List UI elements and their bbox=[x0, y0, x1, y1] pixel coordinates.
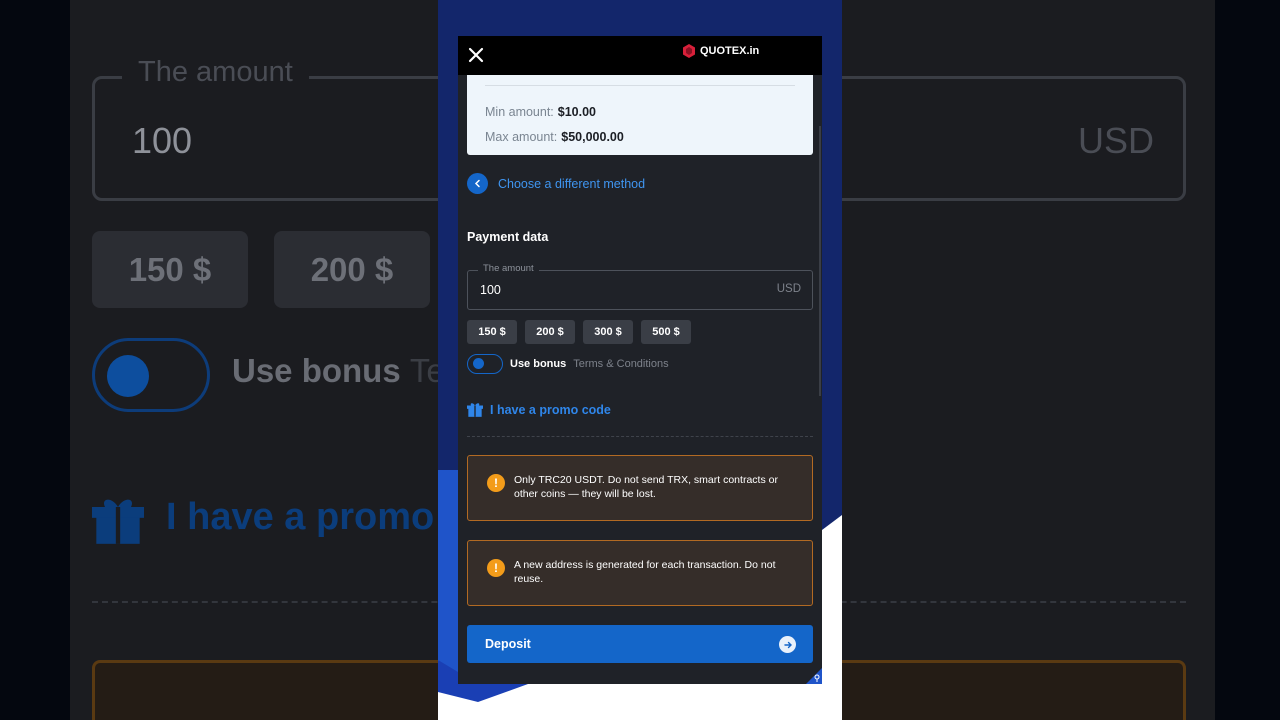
background-bonus-label: Use bonus Te bbox=[232, 352, 445, 389]
deposit-label: Deposit bbox=[485, 637, 531, 651]
corner-key-icon bbox=[806, 668, 822, 684]
promo-code-link[interactable]: I have a promo code bbox=[467, 402, 611, 417]
background-edge-left bbox=[0, 0, 70, 720]
deposit-modal: QUOTEX.in Min amount: $10.00 Max amount: $… bbox=[458, 36, 822, 684]
amount-input[interactable]: The amount 100 USD bbox=[467, 263, 813, 310]
terms-conditions-link[interactable]: Terms & Conditions bbox=[573, 358, 668, 370]
bonus-row: Use bonus Terms & Conditions bbox=[467, 354, 669, 374]
background-chip-150: 150 $ bbox=[92, 231, 248, 308]
min-amount-value: $10.00 bbox=[557, 105, 597, 119]
min-amount-row: Min amount: $10.00 bbox=[485, 105, 596, 119]
quick-amount-300-button[interactable]: 300 $ bbox=[583, 320, 633, 344]
scrollbar[interactable] bbox=[819, 126, 821, 396]
amount-currency: USD bbox=[776, 283, 801, 295]
max-amount-row: Max amount: $50,000.00 bbox=[485, 130, 624, 144]
background-bonus-toggle bbox=[92, 338, 210, 412]
limits-divider bbox=[485, 85, 795, 86]
background-amount-currency: USD bbox=[1078, 120, 1155, 161]
quick-amount-200-button[interactable]: 200 $ bbox=[525, 320, 575, 344]
arrow-right-circle-icon bbox=[779, 636, 796, 653]
toggle-knob bbox=[473, 358, 484, 369]
limits-card: Min amount: $10.00 Max amount: $50,000.00 bbox=[467, 75, 813, 155]
choose-different-method-link[interactable]: Choose a different method bbox=[467, 173, 645, 194]
quick-amounts: 150 $ 200 $ 300 $ 500 $ bbox=[467, 320, 691, 344]
phone-screen: QUOTEX.in Min amount: $10.00 Max amount: $… bbox=[438, 0, 842, 720]
quick-amount-150-button[interactable]: 150 $ bbox=[467, 320, 517, 344]
chevron-left-icon bbox=[467, 173, 488, 194]
min-amount-label: Min amount: bbox=[485, 105, 554, 119]
modal-header: QUOTEX.in bbox=[458, 36, 822, 75]
warning-box-address: ! A new address is generated for each tr… bbox=[467, 540, 813, 606]
gift-icon bbox=[467, 403, 483, 417]
max-amount-label: Max amount: bbox=[485, 130, 558, 144]
promo-divider bbox=[467, 436, 813, 437]
quick-amount-500-button[interactable]: 500 $ bbox=[641, 320, 691, 344]
warning-text-trc20: Only TRC20 USDT. Do not send TRX, smart … bbox=[514, 474, 778, 500]
quotex-logo-icon bbox=[683, 44, 695, 58]
payment-data-title: Payment data bbox=[467, 230, 549, 244]
warning-icon: ! bbox=[487, 474, 505, 492]
amount-input-value[interactable]: 100 bbox=[480, 283, 501, 297]
choose-different-method-text: Choose a different method bbox=[498, 176, 646, 191]
background-amount-value: 100 bbox=[132, 120, 193, 161]
warning-text-address: A new address is generated for each tran… bbox=[514, 559, 776, 585]
brand-logo: QUOTEX.in bbox=[682, 44, 759, 58]
use-bonus-label: Use bonus bbox=[510, 358, 567, 370]
background-gift-icon bbox=[92, 499, 144, 544]
max-amount-value: $50,000.00 bbox=[561, 130, 624, 144]
amount-input-label: The amount bbox=[478, 263, 539, 274]
use-bonus-toggle[interactable] bbox=[467, 354, 503, 374]
promo-code-text: I have a promo code bbox=[490, 402, 611, 417]
warning-icon: ! bbox=[487, 559, 505, 577]
brand-name: QUOTEX.in bbox=[700, 45, 760, 57]
background-chip-200: 200 $ bbox=[274, 231, 430, 308]
background-edge-right bbox=[1215, 0, 1280, 720]
warning-box-trc20: ! Only TRC20 USDT. Do not send TRX, smar… bbox=[467, 455, 813, 521]
background-amount-legend: The amount bbox=[122, 56, 309, 89]
background-promo-text: I have a promo bbox=[166, 496, 435, 538]
deposit-button[interactable]: Deposit bbox=[467, 625, 813, 663]
close-icon[interactable] bbox=[466, 45, 486, 65]
